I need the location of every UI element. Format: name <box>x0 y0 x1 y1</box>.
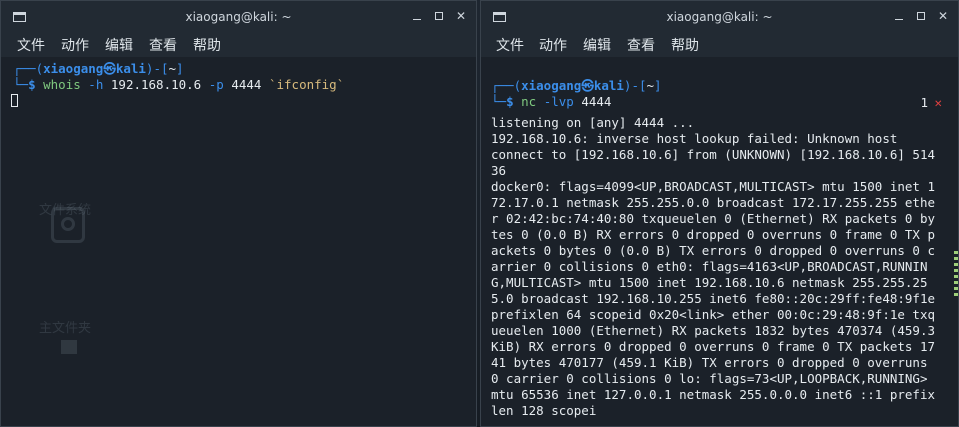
menu-help[interactable]: 帮助 <box>671 35 699 55</box>
prompt-dir: ~ <box>168 61 177 76</box>
terminal-window-right[interactable]: xiaogang@kali: ~ ✕ 文件 动作 编辑 查看 帮助 ┌──(xi… <box>480 0 959 427</box>
menu-actions[interactable]: 动作 <box>539 35 567 55</box>
maximize-button[interactable] <box>432 9 446 23</box>
terminal-content[interactable]: 文件系统 主文件夹 ┌──(xiaogang㉿kali)-[~] └─$ who… <box>1 57 476 426</box>
window-title: xiaogang@kali: ~ <box>185 10 292 24</box>
command-option-p: -p <box>208 77 224 92</box>
menu-bar: 文件 动作 编辑 查看 帮助 <box>481 33 958 57</box>
prompt-dollar: $ <box>28 77 36 92</box>
prompt-dollar: $ <box>506 94 514 109</box>
prompt-line-2: └─$ nc -lvp 4444 <box>491 94 611 110</box>
prompt-corner: └─ <box>491 94 507 109</box>
terminal-content[interactable]: ┌──(xiaogang㉿kali)-[~] └─$ nc -lvp 4444 … <box>481 57 958 426</box>
prompt-open: ┌──( <box>13 61 44 76</box>
job-status-icon: ✕ <box>934 95 942 110</box>
menu-edit[interactable]: 编辑 <box>583 35 611 55</box>
command-port: 4444 <box>231 77 262 92</box>
cursor-line <box>11 93 18 109</box>
prompt-open: ┌──( <box>491 78 522 93</box>
menu-file[interactable]: 文件 <box>17 35 45 55</box>
menu-view[interactable]: 查看 <box>149 35 177 55</box>
minimize-button[interactable] <box>892 9 906 23</box>
home-folder-icon <box>61 340 77 354</box>
command-option-lvp: -lvp <box>543 94 574 109</box>
home-folder-label: 主文件夹 <box>39 321 92 336</box>
window-title: xiaogang@kali: ~ <box>666 10 773 24</box>
prompt-mid: )-[ <box>623 78 647 93</box>
scroll-indicator <box>954 251 958 311</box>
prompt-close: ] <box>176 61 184 76</box>
menu-help[interactable]: 帮助 <box>193 35 221 55</box>
command-port: 4444 <box>581 94 612 109</box>
prompt-line-1: ┌──(xiaogang㉿kali)-[~] <box>13 61 184 77</box>
minimize-icon <box>895 19 903 20</box>
title-bar[interactable]: xiaogang@kali: ~ ✕ <box>1 1 476 33</box>
prompt-user: xiaogang㉿kali <box>521 78 624 93</box>
filesystem-label: 文件系统 <box>39 203 92 218</box>
job-counter: 1 <box>920 95 928 110</box>
prompt-user: xiaogang㉿kali <box>43 61 146 76</box>
close-button[interactable]: ✕ <box>454 9 468 23</box>
prompt-mid: )-[ <box>145 61 169 76</box>
prompt-line-2: └─$ whois -h 192.168.10.6 -p 4444 `ifcon… <box>13 77 344 93</box>
menu-actions[interactable]: 动作 <box>61 35 89 55</box>
maximize-icon <box>917 12 925 20</box>
menu-file[interactable]: 文件 <box>496 35 524 55</box>
command-ip: 192.168.10.6 <box>110 77 202 92</box>
command-name: nc <box>521 94 537 109</box>
close-button[interactable]: ✕ <box>936 9 950 23</box>
terminal-output: listening on [any] 4444 ... 192.168.10.6… <box>491 115 936 418</box>
menu-bar: 文件 动作 编辑 查看 帮助 <box>1 33 476 57</box>
prompt-dir: ~ <box>646 78 655 93</box>
command-substitution: `ifconfig` <box>268 77 345 92</box>
terminal-window-left[interactable]: xiaogang@kali: ~ ✕ 文件 动作 编辑 查看 帮助 文件系统 主… <box>0 0 477 427</box>
title-bar[interactable]: xiaogang@kali: ~ ✕ <box>481 1 958 33</box>
prompt-close: ] <box>654 78 662 93</box>
maximize-icon <box>435 12 443 20</box>
menu-view[interactable]: 查看 <box>627 35 655 55</box>
maximize-button[interactable] <box>914 9 928 23</box>
command-name: whois <box>43 77 81 92</box>
text-cursor <box>11 94 18 107</box>
minimize-button[interactable] <box>410 9 424 23</box>
prompt-corner: └─ <box>13 77 29 92</box>
prompt-line-1: ┌──(xiaogang㉿kali)-[~] <box>491 78 662 94</box>
menu-edit[interactable]: 编辑 <box>105 35 133 55</box>
minimize-icon <box>413 19 421 20</box>
command-option-h: -h <box>88 77 104 92</box>
